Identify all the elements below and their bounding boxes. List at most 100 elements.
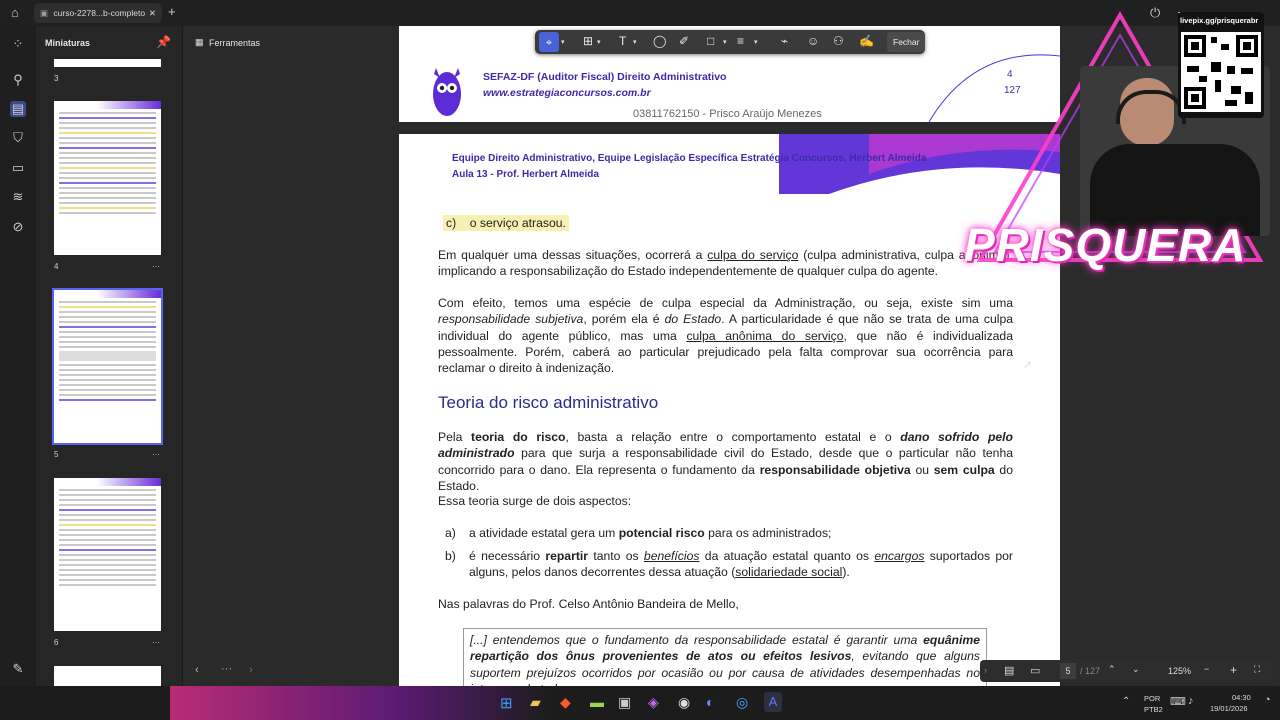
paragraph: Em qualquer uma dessas situações, ocorre… [438,248,1013,279]
thumbnail-page-number: 6 [54,638,59,647]
next-arrow-icon[interactable]: › [249,664,253,676]
thumbnail-page-number: 4 [54,262,59,271]
windows-start-icon[interactable]: ⊞ [500,694,513,712]
thumbnail-page[interactable] [54,101,161,255]
pin-icon[interactable]: 📌 [156,35,171,49]
tools-icon: ▦ [195,37,204,47]
wallpaper-gradient [170,686,550,720]
comment-tool-icon[interactable]: ◯ [653,34,666,48]
close-toolbar-button[interactable]: Fechar [887,32,926,52]
discord-icon[interactable]: ◐ [706,694,714,710]
bookmark-icon[interactable]: ⛉ [10,130,26,146]
thumbnail-page[interactable] [54,59,161,67]
network-icon[interactable]: ⌨ [1170,695,1186,708]
strikethrough-icon[interactable]: ≡ [737,34,744,48]
text-tool-icon[interactable]: T [619,34,626,48]
select-cursor-icon[interactable]: ⌖ [539,32,559,52]
annotation-toolbar: ⌖ ▾ ⊞ ▾ T ▾ ◯ ✐ □ ▾ ≡ ▾ ⌁ ☺ ⚇ ✍ Fechar [535,30,926,54]
tab-title: curso-2278...b-completo [53,8,146,18]
app-icon[interactable]: ▣ [618,694,631,711]
paragraph: Com efeito, temos uma espécie de culpa e… [438,296,1013,376]
list-label: b) [445,549,456,563]
chevron-down-icon[interactable]: ▾ [633,38,637,46]
header-owner: 03811762150 - Prisco Araújo Menezes [633,108,822,120]
list-item-b: é necessário repartir tanto os benefício… [469,549,1013,580]
close-tab-icon[interactable]: ✕ [149,3,156,23]
thumbnail-page[interactable] [54,478,161,631]
pages-icon[interactable]: ▤ [10,101,26,117]
keyboard-layout[interactable]: PTB2 [1144,705,1163,714]
present-icon[interactable]: ▭ [1030,664,1040,677]
tray-chevron-icon[interactable]: ⌃ [1122,696,1130,707]
qr-code-icon [1181,32,1261,112]
stamp-icon[interactable]: ⚇ [833,34,844,48]
mouse-cursor-icon: ➚ [1023,359,1033,371]
search-icon[interactable]: ⚲ [10,72,26,88]
notifications-icon[interactable]: ◔ [1264,694,1271,706]
signature-icon[interactable]: ✍ [859,34,874,48]
chevron-down-icon[interactable]: ▾ [754,38,758,46]
prev-arrow-icon[interactable]: ‹ [195,664,199,676]
tools-panel: ▦ Ferramentas ‹ ··· › [182,26,399,686]
quote-text: [...] entendemos que o fundamento da res… [470,633,980,686]
header-title: SEFAZ-DF (Auditor Fiscal) Direito Admini… [483,71,727,83]
highlight-pen-icon[interactable]: ✐ [679,34,689,48]
file-explorer-icon[interactable]: ▰ [530,694,541,711]
more-icon[interactable]: ··· [152,450,160,459]
page-view-icon[interactable]: ▤ [1004,664,1014,677]
thumbnails-title: Miniaturas [45,38,91,48]
taskbar: ⊞ ▰ ◆ ▬ ▣ ◈ ◉ ◐ ◎ A ⌃ POR PTB2 ⌨ ♪ 04:30… [0,686,1280,720]
paragraph: Nas palavras do Prof. Celso Antônio Band… [438,597,739,611]
page-status-bar: › ▤ ▭ 5 / 127 ⌃ ⌄ 125% − + ⛶ [980,660,1272,682]
brand-text: PRISQUERA [964,219,1247,271]
apps-grid-icon[interactable]: ⁘ [10,36,26,52]
more-icon[interactable]: ··· [152,262,160,271]
brave-browser-icon[interactable]: ◆ [560,694,571,711]
sign-icon[interactable]: ✎ [10,661,26,677]
more-icon[interactable]: ··· [152,638,160,647]
thumbnail-page-number: 3 [54,74,59,83]
fit-page-icon[interactable]: ⛶ [1254,664,1260,675]
text-select-icon[interactable]: ⊞ [583,34,593,48]
chevron-down-icon[interactable]: ▾ [723,38,727,46]
scroll-icon[interactable]: › [984,665,987,675]
page-down-icon[interactable]: ⌄ [1132,664,1140,675]
attachment-icon[interactable]: ⊘ [10,219,26,235]
lesson-line: Aula 13 - Prof. Herbert Almeida [452,169,599,180]
app-icon[interactable]: ◈ [648,694,659,711]
volume-icon[interactable]: ♪ [1188,695,1194,707]
layers-icon[interactable]: ≋ [10,189,26,205]
more-icon[interactable]: ··· [221,663,232,675]
page-up-icon[interactable]: ⌃ [1108,664,1116,675]
edge-icon[interactable]: ◎ [736,694,748,711]
clock-date[interactable]: 19/01/2026 [1210,704,1248,713]
pdf-reader-icon[interactable]: A [764,692,782,712]
shape-tool-icon[interactable]: □ [707,34,714,48]
new-tab-icon[interactable]: + [168,4,176,19]
zoom-out-icon[interactable]: − [1204,664,1209,674]
qr-label: livepix.gg/prisquerabr [1180,16,1259,25]
header-site: www.estrategiaconcursos.com.br [483,87,651,99]
zoom-level[interactable]: 125% [1168,666,1191,676]
chevron-down-icon[interactable]: ▾ [597,38,601,46]
browser-tab[interactable]: ▣ curso-2278...b-completo ✕ [34,3,162,23]
thumbnail-page-selected[interactable] [52,288,163,445]
comment-icon[interactable]: ▭ [10,160,26,176]
quote-box: [...] entendemos que o fundamento da res… [463,628,987,686]
tools-label[interactable]: Ferramentas [209,38,260,48]
terminal-icon[interactable]: ▬ [590,694,604,710]
paragraph: Essa teoria surge de dois aspectos: [438,494,632,508]
total-pages: / 127 [1080,666,1101,676]
zoom-in-icon[interactable]: + [1230,663,1237,677]
chevron-down-icon[interactable]: ▾ [561,38,565,46]
language-code[interactable]: POR [1144,694,1160,703]
qr-panel: livepix.gg/prisquerabr [1178,12,1264,118]
home-icon[interactable]: ⌂ [11,5,19,20]
attach-tool-icon[interactable]: ⌁ [781,34,788,48]
sticker-icon[interactable]: ☺ [807,34,819,48]
obs-icon[interactable]: ◉ [678,694,690,711]
thumbnail-page[interactable] [54,666,161,686]
current-page-input[interactable]: 5 [1060,663,1076,679]
clock-time[interactable]: 04:30 [1232,693,1251,702]
paragraph: Pela teoria do risco, basta a relação en… [438,430,1013,493]
